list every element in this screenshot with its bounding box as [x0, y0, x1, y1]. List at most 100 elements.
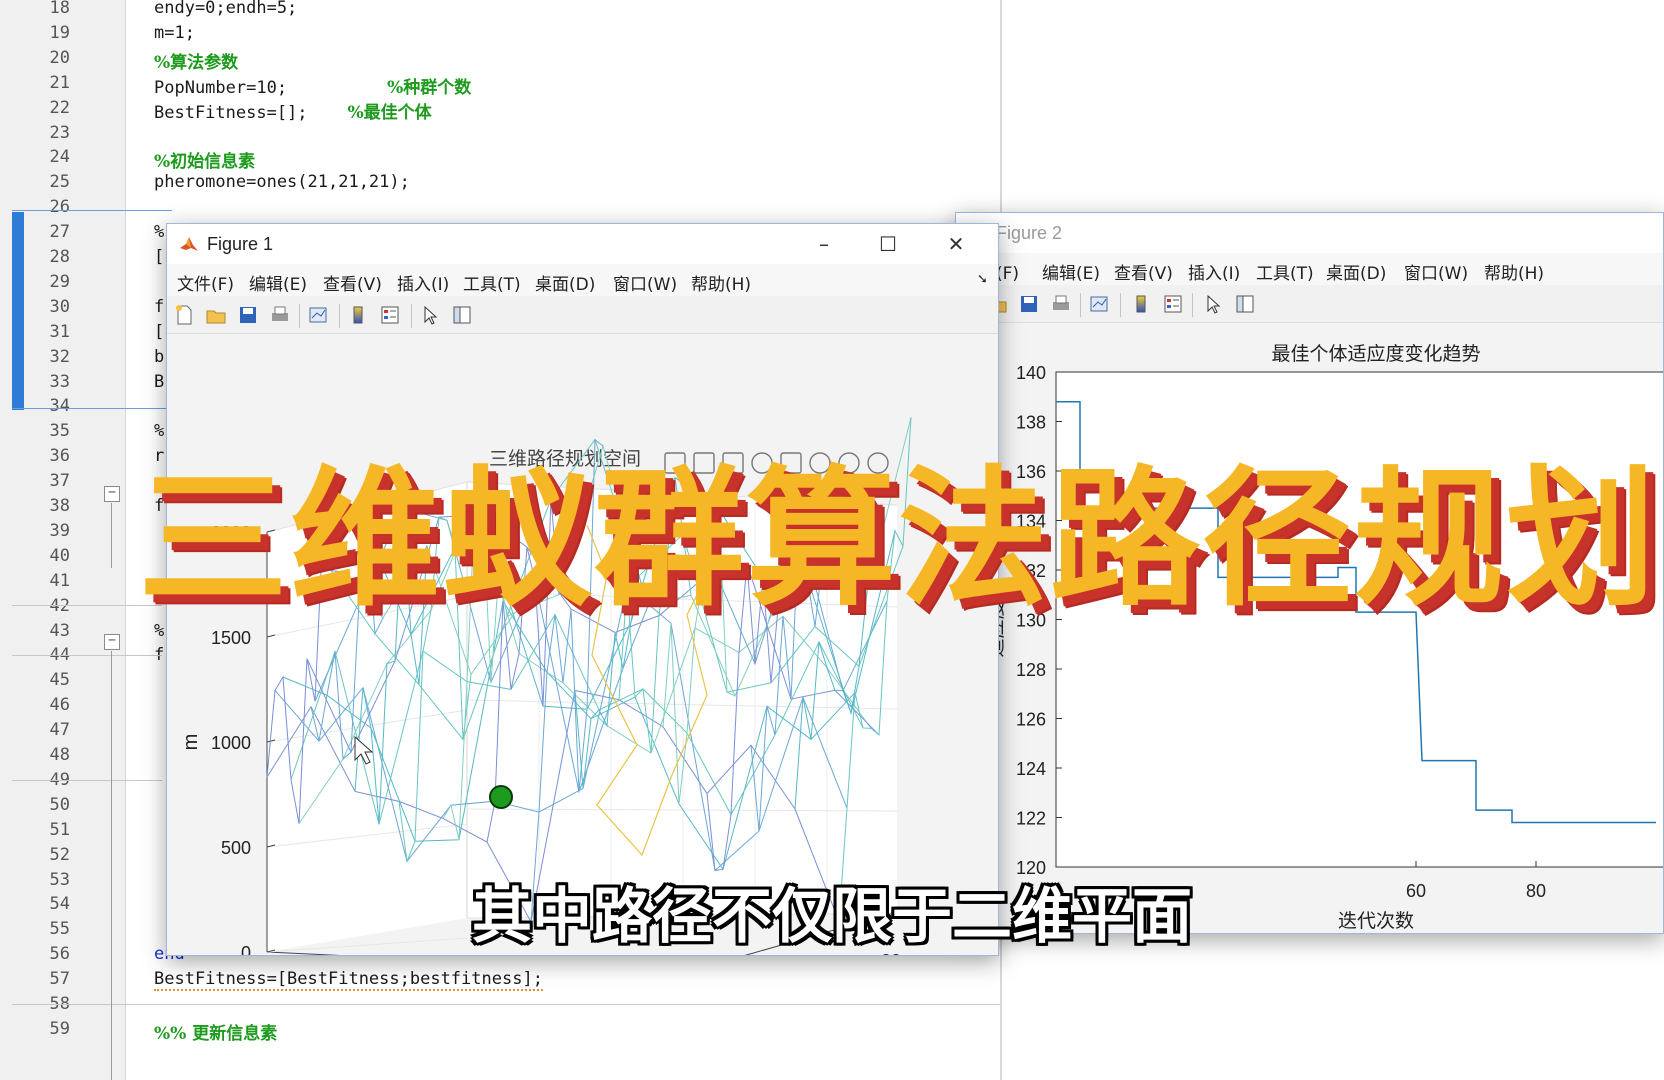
line-number: 46: [49, 695, 70, 716]
code-line: f: [154, 297, 164, 317]
line-number: 57: [49, 969, 70, 990]
save-icon[interactable]: [237, 304, 259, 326]
line-number: 20: [49, 47, 70, 68]
code-text: %算法参数: [154, 52, 239, 73]
figure-2-menubar: 文件(F) 编辑(E) 查看(V) 插入(I) 工具(T) 桌面(D) 窗口(W…: [956, 253, 1663, 285]
minimize-button[interactable]: –: [805, 230, 843, 258]
fold-toggle[interactable]: −: [104, 634, 120, 650]
code-text: PopNumber=10;: [154, 77, 288, 98]
line-number: 40: [49, 545, 70, 566]
line-number: 29: [49, 271, 70, 292]
menu-view[interactable]: 查看(V): [323, 270, 382, 295]
figure-1-titlebar[interactable]: Figure 1 – ☐ ✕: [167, 224, 998, 264]
figure-2-titlebar[interactable]: Figure 2: [956, 213, 1663, 253]
menu-desktop[interactable]: 桌面(D): [1326, 259, 1386, 284]
menu-tools[interactable]: 工具(T): [463, 270, 521, 295]
new-figure-icon[interactable]: [173, 304, 195, 326]
inline-comment: %最佳个体: [347, 102, 432, 123]
line-number: 30: [49, 296, 70, 317]
line-number: 21: [49, 72, 70, 93]
section-divider: [12, 1004, 1002, 1005]
section-divider: [12, 655, 162, 656]
menu-file[interactable]: 文件(F): [177, 270, 234, 295]
line-number: 52: [49, 844, 70, 865]
property-inspector-icon[interactable]: [451, 304, 473, 326]
code-text: %% 更新信息素: [154, 1023, 278, 1044]
line-number: 18: [49, 0, 70, 18]
figure-1-menubar: 文件(F) 编辑(E) 查看(V) 插入(I) 工具(T) 桌面(D) 窗口(W…: [167, 264, 998, 296]
menu-edit[interactable]: 编辑(E): [249, 270, 307, 295]
line-number: 27: [49, 222, 70, 243]
line-number: 41: [49, 570, 70, 591]
link-plot-icon[interactable]: [307, 304, 329, 326]
line-number: 38: [49, 496, 70, 516]
toolbar-separator: [339, 304, 340, 328]
line-number: 19: [49, 22, 70, 43]
fold-line: [111, 651, 112, 1080]
video-title-overlay: 三维蚁群算法路径规划: [138, 453, 1659, 627]
property-inspector-icon[interactable]: [1234, 293, 1256, 315]
menu-window[interactable]: 窗口(W): [1404, 259, 1468, 284]
open-file-icon[interactable]: [205, 304, 227, 326]
code-text: [: [154, 321, 165, 342]
code-line: %% 更新信息素: [154, 1019, 277, 1044]
close-button[interactable]: ✕: [937, 230, 975, 258]
y-tick-label: 126: [1016, 710, 1046, 730]
legend-icon[interactable]: [379, 304, 401, 326]
code-text: m=1;: [154, 22, 195, 43]
change-bar: [12, 212, 24, 410]
figure-2-toolbar: [956, 285, 1663, 323]
menu-insert[interactable]: 插入(I): [1188, 259, 1240, 284]
line-number: 31: [49, 321, 70, 342]
line-number: 47: [49, 720, 70, 741]
code-line: BestFitness=[]; %最佳个体: [154, 98, 432, 123]
video-subtitle-caption: 其中路径不仅限于二维平面: [472, 882, 1192, 952]
menu-window[interactable]: 窗口(W): [613, 270, 677, 295]
chart-title: 最佳个体适应度变化趋势: [1271, 343, 1480, 365]
code-text: b: [154, 346, 165, 367]
dock-arrow-icon[interactable]: ➘: [977, 272, 988, 287]
section-divider: [12, 210, 172, 211]
y-tick-label: 128: [1016, 660, 1046, 680]
figure-2-title: Figure 2: [996, 223, 1063, 243]
line-number: 43: [49, 620, 70, 641]
figure-1-toolbar: [167, 296, 998, 334]
code-line: endy=0;endh=5;: [154, 0, 297, 18]
link-plot-icon[interactable]: [1088, 293, 1110, 315]
save-icon[interactable]: [1018, 293, 1040, 315]
code-line: B: [154, 372, 164, 392]
menu-tools[interactable]: 工具(T): [1256, 259, 1314, 284]
code-text: B: [154, 371, 165, 392]
menu-insert[interactable]: 插入(I): [397, 270, 449, 295]
line-number: 59: [49, 1018, 70, 1039]
start-point-marker: [489, 785, 513, 809]
menu-edit[interactable]: 编辑(E): [1042, 259, 1100, 284]
toolbar-separator: [299, 304, 300, 328]
code-line: %算法参数: [154, 48, 238, 73]
menu-desktop[interactable]: 桌面(D): [535, 270, 595, 295]
menu-view[interactable]: 查看(V): [1114, 259, 1173, 284]
colorbar-icon[interactable]: [1130, 293, 1152, 315]
line-number: 28: [49, 247, 70, 267]
colorbar-icon[interactable]: [347, 304, 369, 326]
toolbar-separator: [1192, 293, 1193, 317]
line-number: 32: [49, 346, 70, 367]
menu-help[interactable]: 帮助(H): [1484, 259, 1544, 284]
pointer-icon[interactable]: [1202, 293, 1224, 315]
code-text: endy=0;endh=5;: [154, 0, 298, 18]
menu-help[interactable]: 帮助(H): [691, 270, 751, 295]
section-divider: [12, 408, 172, 409]
line-number: 37: [49, 471, 70, 492]
z-tick-label: 500: [221, 838, 251, 858]
maximize-button[interactable]: ☐: [869, 230, 907, 258]
print-icon[interactable]: [269, 304, 291, 326]
code-line: [: [154, 247, 164, 267]
print-icon[interactable]: [1050, 293, 1072, 315]
code-text: f: [154, 296, 165, 317]
pointer-icon[interactable]: [419, 304, 441, 326]
code-text: BestFitness=[BestFitness;bestfitness];: [154, 969, 543, 992]
code-text: BestFitness=[];: [154, 102, 308, 123]
fold-toggle[interactable]: −: [104, 486, 120, 502]
code-line: [: [154, 322, 164, 342]
legend-icon[interactable]: [1162, 293, 1184, 315]
